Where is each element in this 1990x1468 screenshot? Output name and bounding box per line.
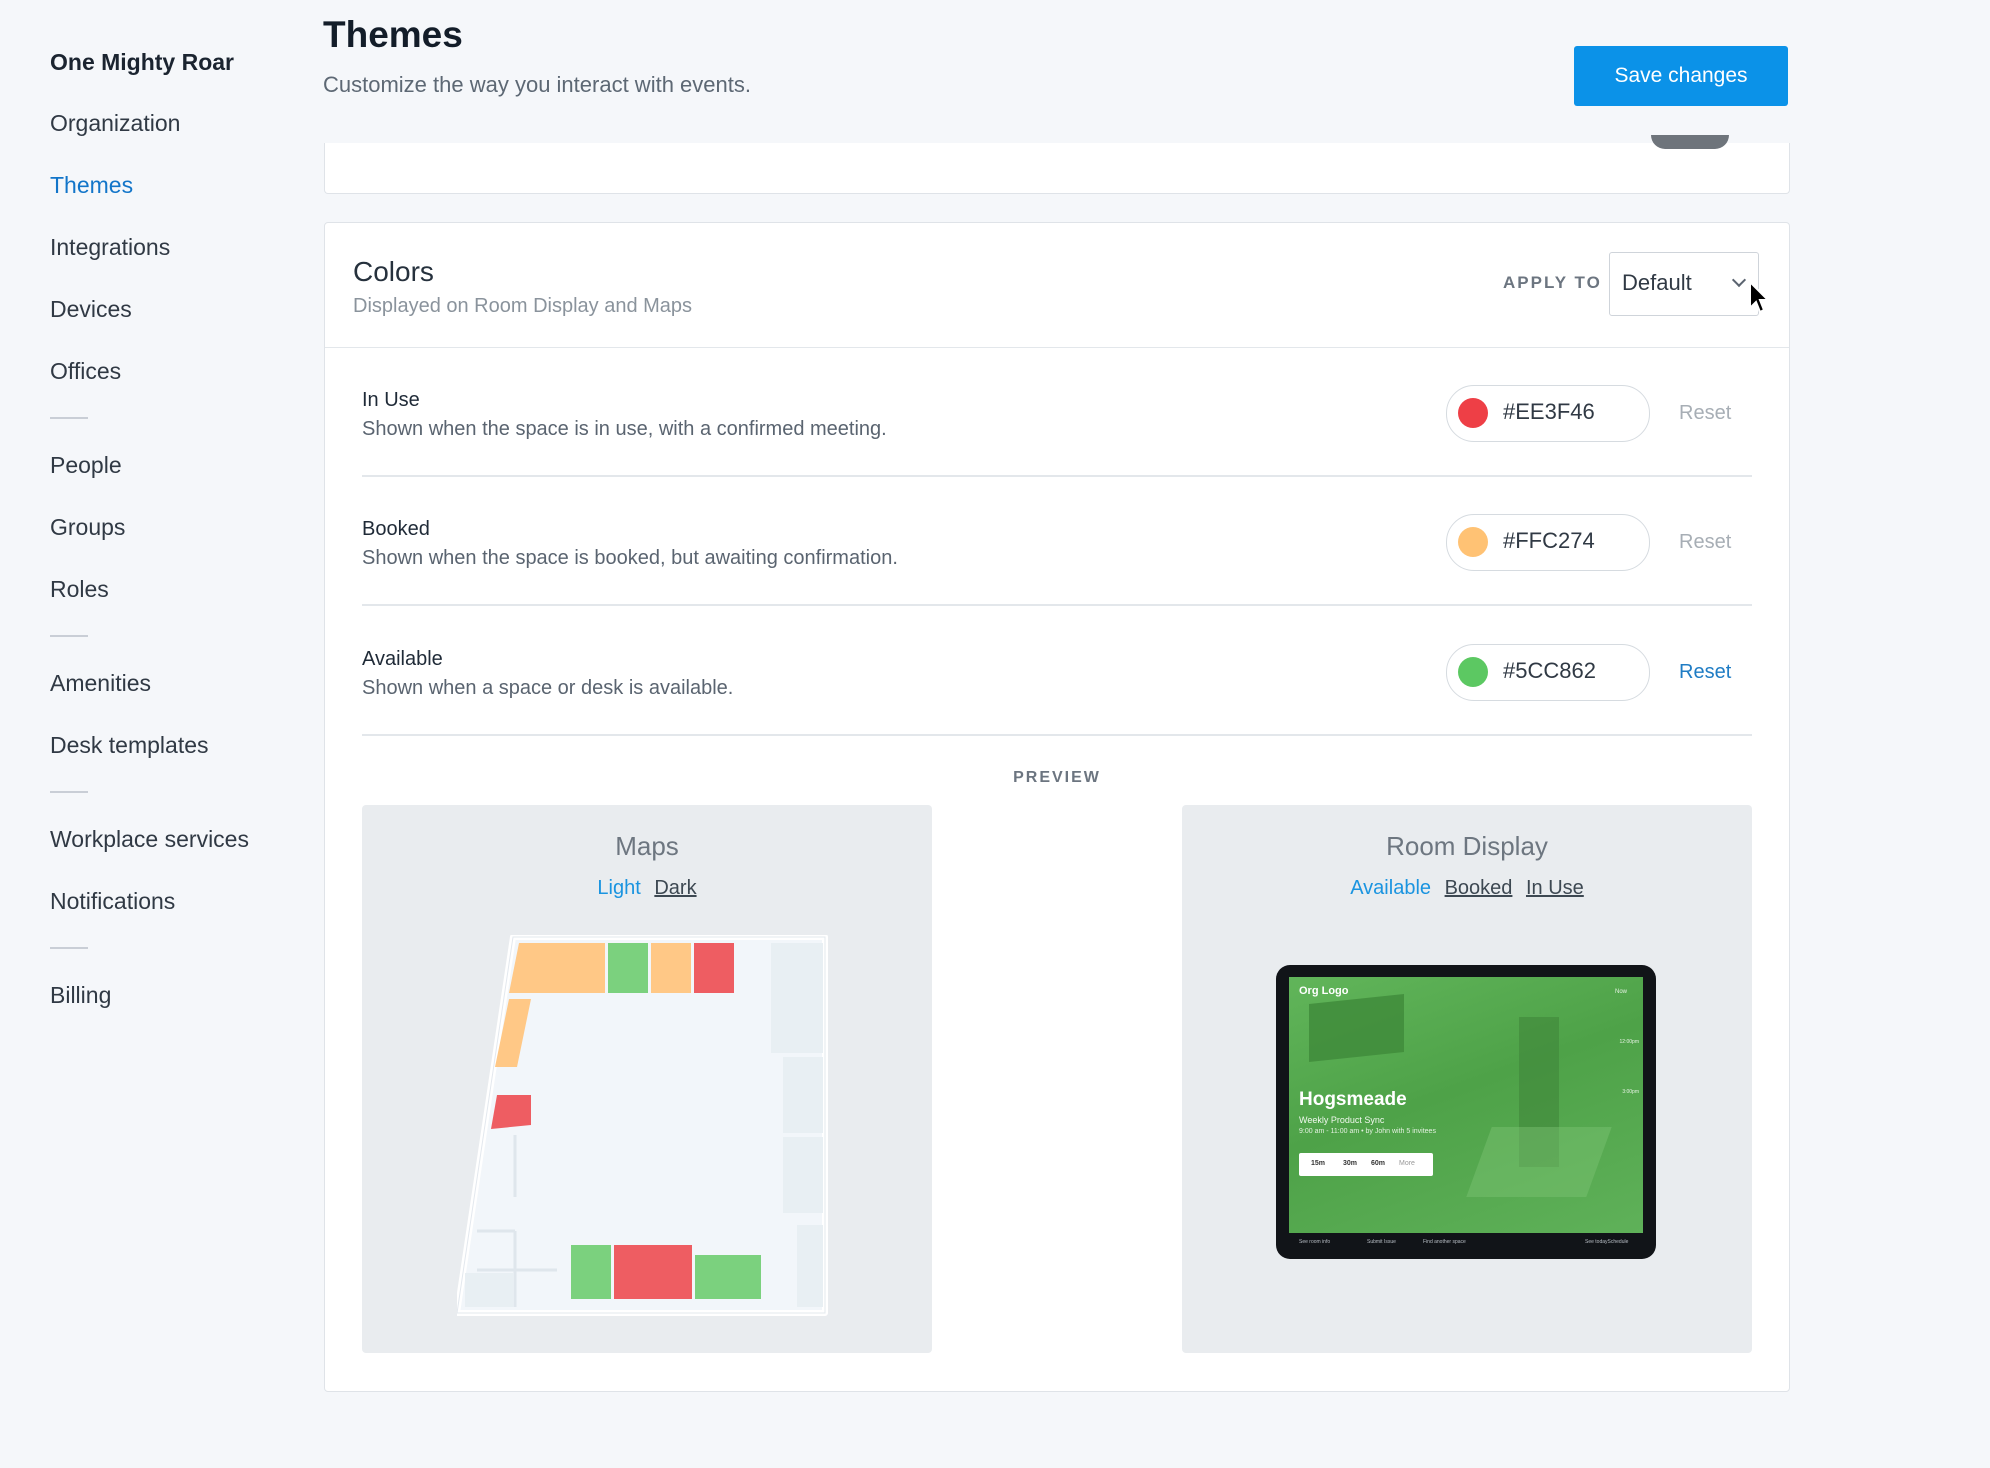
- floor-map-preview: [457, 935, 828, 1316]
- now-label: Now: [1614, 989, 1627, 995]
- room-display-preview-title: Room Display: [1386, 831, 1548, 861]
- duration-option: 15m: [1311, 1160, 1326, 1167]
- reset-button-booked[interactable]: Reset: [1679, 531, 1731, 554]
- sidebar-item-desk-templates[interactable]: Desk templates: [50, 732, 209, 759]
- duration-option: 60m: [1371, 1160, 1386, 1167]
- color-hex-value: #5CC862: [1503, 658, 1596, 683]
- sidebar-item-billing[interactable]: Billing: [50, 982, 111, 1009]
- sidebar-divider: [50, 791, 88, 793]
- sidebar-item-groups[interactable]: Groups: [50, 514, 125, 541]
- sidebar-item-integrations[interactable]: Integrations: [50, 234, 170, 261]
- sidebar-item-notifications[interactable]: Notifications: [50, 888, 175, 915]
- sidebar-org-name[interactable]: One Mighty Roar: [50, 49, 234, 76]
- room-display-screen: Org Logo Now 12:00pm 3:00pm Hogsmeade We…: [1289, 977, 1643, 1233]
- maps-mode-dark[interactable]: Dark: [654, 877, 696, 899]
- color-row-name: Available: [362, 648, 443, 670]
- maps-mode-light[interactable]: Light: [597, 877, 640, 899]
- tablet-device: Org Logo Now 12:00pm 3:00pm Hogsmeade We…: [1276, 965, 1656, 1259]
- sidebar-divider: [50, 417, 88, 419]
- color-row-booked: Booked Shown when the space is booked, b…: [362, 476, 1752, 606]
- color-row-available: Available Shown when a space or desk is …: [362, 606, 1752, 736]
- timeline-time: 3:00pm: [1622, 1089, 1639, 1095]
- apply-to-select[interactable]: Default: [1609, 252, 1759, 316]
- duration-selector: 15m 30m 60m More: [1299, 1153, 1433, 1176]
- room-display-preview: Room Display Available Booked In Use Org…: [1182, 805, 1752, 1353]
- timeline-time: 12:00pm: [1619, 1039, 1639, 1045]
- sidebar-item-themes[interactable]: Themes: [50, 172, 133, 199]
- room-display-footer: See room info Submit Issue Find another …: [1289, 1233, 1643, 1253]
- colors-card-header: Colors Displayed on Room Display and Map…: [325, 223, 1789, 348]
- color-row-name: Booked: [362, 518, 430, 540]
- meeting-time: 9:00 am - 11:00 am • by John with 5 invi…: [1299, 1128, 1436, 1135]
- sidebar-item-people[interactable]: People: [50, 452, 122, 479]
- color-row-description: Shown when the space is in use, with a c…: [362, 418, 887, 440]
- room-state-available[interactable]: Available: [1350, 877, 1431, 899]
- reset-button-in-use[interactable]: Reset: [1679, 402, 1731, 425]
- color-picker-in-use[interactable]: #EE3F46: [1446, 385, 1650, 442]
- sidebar-item-workplace-services[interactable]: Workplace services: [50, 826, 249, 853]
- duration-option: More: [1399, 1160, 1415, 1167]
- sidebar-item-offices[interactable]: Offices: [50, 358, 121, 385]
- color-row-description: Shown when a space or desk is available.: [362, 677, 734, 699]
- chevron-down-icon: [1731, 272, 1747, 288]
- toggle-switch[interactable]: [1651, 135, 1729, 149]
- save-changes-button[interactable]: Save changes: [1574, 46, 1788, 106]
- color-hex-value: #EE3F46: [1503, 399, 1595, 424]
- room-name: Hogsmeade: [1299, 1089, 1407, 1110]
- sidebar-item-devices[interactable]: Devices: [50, 296, 132, 323]
- org-logo: Org Logo: [1299, 985, 1349, 997]
- color-swatch: [1458, 398, 1488, 428]
- room-photo-decor: [1466, 1127, 1612, 1197]
- preview-label: PREVIEW: [1013, 769, 1101, 786]
- sidebar-divider: [50, 635, 88, 637]
- meeting-title: Weekly Product Sync: [1299, 1115, 1385, 1125]
- mouse-cursor-icon: [1749, 280, 1770, 314]
- footer-submit-issue: Submit Issue: [1367, 1239, 1396, 1245]
- footer-schedule: See todaySchedule: [1585, 1239, 1629, 1245]
- reset-button-available[interactable]: Reset: [1679, 661, 1731, 684]
- color-swatch: [1458, 657, 1488, 687]
- sidebar-item-organization[interactable]: Organization: [50, 110, 180, 137]
- color-hex-value: #FFC274: [1503, 528, 1595, 553]
- maps-preview-title: Maps: [615, 831, 679, 861]
- color-swatch: [1458, 527, 1488, 557]
- duration-option: 30m: [1343, 1160, 1358, 1167]
- colors-card-title: Colors: [353, 256, 434, 287]
- color-row-description: Shown when the space is booked, but awai…: [362, 547, 898, 569]
- sidebar-divider: [50, 947, 88, 949]
- room-display-state-links: Available Booked In Use: [1182, 877, 1752, 900]
- room-photo-decor: [1309, 994, 1404, 1062]
- maps-preview: Maps Light Dark: [362, 805, 932, 1353]
- previous-settings-card: [324, 135, 1790, 194]
- page-title: Themes: [323, 14, 463, 55]
- sidebar-item-amenities[interactable]: Amenities: [50, 670, 151, 697]
- color-row-name: In Use: [362, 389, 420, 411]
- room-state-in-use[interactable]: In Use: [1526, 877, 1584, 899]
- apply-to-value: Default: [1622, 270, 1692, 295]
- color-picker-available[interactable]: #5CC862: [1446, 644, 1650, 701]
- apply-to-label: APPLY TO: [1503, 273, 1602, 292]
- colors-card-subtitle: Displayed on Room Display and Maps: [353, 295, 693, 317]
- room-state-booked[interactable]: Booked: [1445, 877, 1513, 899]
- colors-card: Colors Displayed on Room Display and Map…: [324, 222, 1790, 1392]
- color-picker-booked[interactable]: #FFC274: [1446, 514, 1650, 571]
- footer-find-space: Find another space: [1423, 1239, 1466, 1245]
- page-subtitle: Customize the way you interact with even…: [323, 72, 751, 97]
- sidebar-item-roles[interactable]: Roles: [50, 576, 109, 603]
- maps-mode-links: Light Dark: [362, 877, 932, 900]
- color-row-in-use: In Use Shown when the space is in use, w…: [362, 347, 1752, 477]
- sidebar: One Mighty Roar Organization Themes Inte…: [0, 0, 300, 1468]
- footer-room-info: See room info: [1299, 1239, 1331, 1245]
